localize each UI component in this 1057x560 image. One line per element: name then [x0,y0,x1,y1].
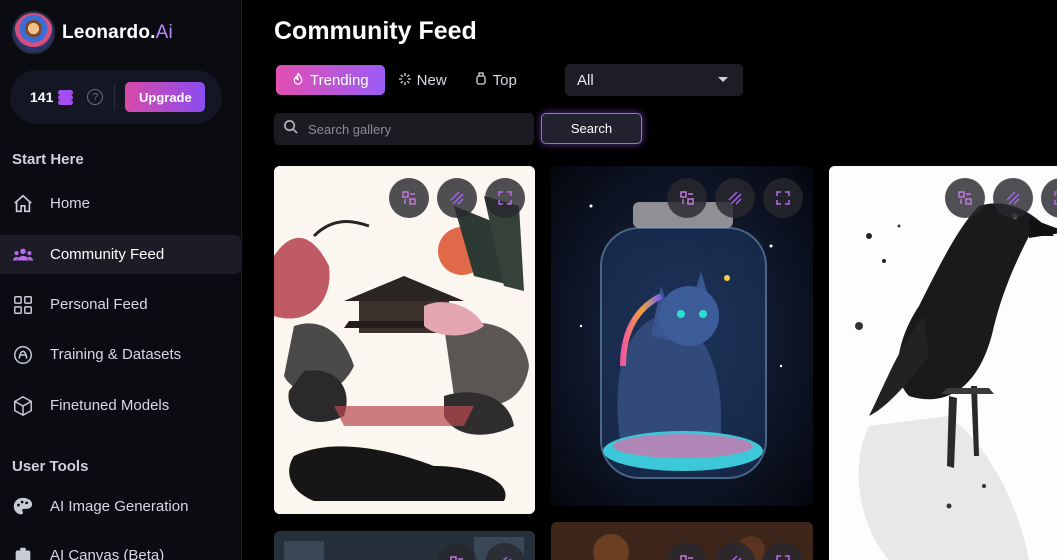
prompt-icon[interactable] [715,542,755,560]
grid-icon [12,294,34,316]
sidebar-item-ai-image-generation[interactable]: AI Image Generation [0,487,241,526]
prompt-icon[interactable] [715,178,755,218]
gallery-card[interactable] [829,166,1057,560]
remix-icon[interactable] [667,542,707,560]
gallery-card[interactable] [274,531,535,560]
search-input[interactable] [308,121,518,137]
divider [114,84,116,110]
sidebar-item-personal-feed[interactable]: Personal Feed [0,285,241,324]
expand-icon[interactable] [763,178,803,218]
card-actions [667,178,803,218]
sidebar-item-label: AI Canvas (Beta) [50,547,165,560]
flame-icon [292,72,304,88]
training-icon [12,344,34,366]
cube-icon [12,395,34,417]
card-actions [945,178,1057,218]
tab-trending[interactable]: Trending [276,65,385,95]
sidebar: Leonardo.Ai 141 ? Upgrade Start Here Hom… [0,0,242,560]
search-button[interactable]: Search [541,113,642,144]
upgrade-button[interactable]: Upgrade [125,82,206,112]
tab-label: Top [492,71,517,89]
credits-panel: 141 ? Upgrade [10,70,222,124]
filter-select[interactable]: All [565,64,743,96]
brand-name: Leonardo.Ai [62,21,173,43]
search-icon [283,119,298,139]
sidebar-item-label: Community Feed [50,246,165,263]
credits-count: 141 [30,89,54,105]
canvas-icon [12,545,34,560]
sidebar-item-community-feed[interactable]: Community Feed [0,235,241,274]
remix-icon[interactable] [667,178,707,218]
coins-icon [58,89,74,105]
tab-new[interactable]: New [385,65,461,95]
tab-top[interactable]: Top [461,65,531,95]
tab-label: Trending [310,71,369,89]
gallery-card[interactable] [551,522,813,560]
trophy-icon [475,72,487,88]
prompt-icon[interactable] [485,543,525,560]
sidebar-item-label: Personal Feed [50,296,148,313]
sidebar-item-label: Training & Datasets [50,346,182,363]
sidebar-item-training-datasets[interactable]: Training & Datasets [0,335,241,374]
sidebar-item-home[interactable]: Home [0,184,241,223]
remix-icon[interactable] [389,178,429,218]
brand[interactable]: Leonardo.Ai [12,11,173,54]
card-actions [667,542,803,560]
gallery-card[interactable] [274,166,535,514]
gallery-image [829,166,1057,560]
page-title: Community Feed [274,17,477,45]
brand-logo [12,11,55,54]
feed-tabs: Trending New Top [276,65,531,95]
prompt-icon[interactable] [437,178,477,218]
filter-select-value: All [577,71,594,89]
help-icon[interactable]: ? [87,89,104,105]
remix-icon[interactable] [437,543,477,560]
search-box [274,113,534,145]
expand-icon[interactable] [763,542,803,560]
section-user-tools: User Tools [12,458,89,475]
remix-icon[interactable] [945,178,985,218]
card-actions [437,543,525,560]
chevron-down-icon [718,77,728,82]
expand-icon[interactable] [485,178,525,218]
palette-icon [12,496,34,518]
prompt-icon[interactable] [993,178,1033,218]
sidebar-item-label: Finetuned Models [50,397,170,414]
sidebar-item-label: AI Image Generation [50,498,189,515]
sidebar-item-ai-canvas[interactable]: AI Canvas (Beta) [0,536,241,560]
gallery-card[interactable] [551,166,813,506]
section-start-here: Start Here [12,151,84,168]
sidebar-item-label: Home [50,195,91,212]
people-icon [12,244,34,266]
sidebar-item-finetuned-models[interactable]: Finetuned Models [0,386,241,425]
gallery-image [274,166,535,514]
loader-icon [398,72,411,88]
home-icon [12,193,34,215]
main-content: Community Feed Trending New Top All Sear… [243,0,1057,560]
expand-icon[interactable] [1041,178,1057,218]
card-actions [389,178,525,218]
tab-label: New [416,71,447,89]
